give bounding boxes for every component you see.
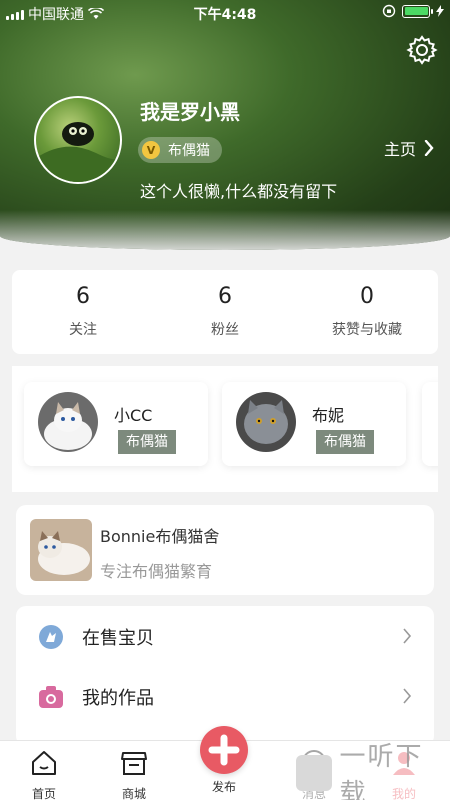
menu-item-for-sale[interactable]: 在售宝贝 <box>16 606 434 666</box>
cat-name: 布妮 <box>312 406 345 425</box>
charging-icon <box>436 5 444 17</box>
menu-label: 我的作品 <box>82 688 154 709</box>
status-bar: 中国联通 下午4:48 <box>0 0 450 24</box>
cattery-image <box>30 519 92 581</box>
stat-followers[interactable]: 6 粉丝 <box>154 270 296 354</box>
stats-card: 6 关注 6 粉丝 0 获赞与收藏 <box>12 270 438 354</box>
home-icon <box>32 751 56 775</box>
camera-icon <box>39 686 63 708</box>
stat-value: 6 <box>76 284 90 309</box>
battery-icon <box>402 4 433 18</box>
menu-label: 在售宝贝 <box>82 628 154 649</box>
watermark-logo-icon <box>296 755 332 791</box>
user-bio: 这个人很懒,什么都没有留下 <box>140 182 338 201</box>
cat-photo <box>236 392 296 452</box>
chevron-right-icon <box>403 688 412 704</box>
stat-label: 粉丝 <box>211 322 239 338</box>
profile-menu: 在售宝贝 我的作品 <box>16 606 434 746</box>
chevron-right-icon <box>424 140 434 156</box>
cat-card[interactable]: 布妮 布偶猫 <box>222 382 406 466</box>
breed-badge: V 布偶猫 <box>138 137 222 163</box>
publish-button[interactable] <box>200 726 248 774</box>
cattery-description: 专注布偶猫繁育 <box>100 562 213 581</box>
cat-breed-tag: 布偶猫 <box>118 430 176 454</box>
cat-breed-tag: 布偶猫 <box>316 430 374 454</box>
cat-card-partial[interactable] <box>422 382 438 466</box>
cat-photo <box>38 392 98 452</box>
stat-label: 关注 <box>69 322 97 338</box>
tab-home[interactable]: 首页 <box>14 749 74 800</box>
store-icon <box>121 752 147 775</box>
my-cats-list[interactable]: 小CC 布偶猫 布妮 布偶猫 <box>12 366 438 492</box>
cattery-card[interactable]: Bonnie布偶猫舍 专注布偶猫繁育 <box>16 505 434 595</box>
stat-likes-favorites[interactable]: 0 获赞与收藏 <box>296 270 438 354</box>
menu-item-my-works[interactable]: 我的作品 <box>16 666 434 726</box>
username: 我是罗小黑 <box>140 100 240 124</box>
breed-label: 布偶猫 <box>168 143 210 159</box>
watermark-text: 一听下载 <box>339 742 424 800</box>
vip-badge-icon: V <box>142 141 160 159</box>
homepage-link[interactable]: 主页 <box>384 136 434 160</box>
cat-avatar <box>38 392 98 452</box>
chevron-right-icon <box>403 628 412 644</box>
seller-icon <box>39 625 63 649</box>
status-right <box>382 4 444 18</box>
cat-name: 小CC <box>114 406 153 425</box>
avatar-image <box>36 122 120 182</box>
cat-card[interactable]: 小CC 布偶猫 <box>24 382 208 466</box>
tab-label: 首页 <box>31 787 56 800</box>
plus-icon <box>208 734 240 766</box>
publish-label: 发布 <box>211 780 236 794</box>
settings-button[interactable] <box>406 34 438 66</box>
user-avatar[interactable] <box>34 96 122 184</box>
homepage-label: 主页 <box>383 140 416 159</box>
orientation-lock-icon <box>382 4 396 18</box>
stat-value: 6 <box>218 284 232 309</box>
tab-label: 商城 <box>121 787 146 800</box>
cattery-name: Bonnie布偶猫舍 <box>100 527 220 546</box>
stat-following[interactable]: 6 关注 <box>12 270 154 354</box>
cat-avatar <box>236 392 296 452</box>
cattery-photo <box>30 519 92 581</box>
tab-mall[interactable]: 商城 <box>104 749 164 800</box>
gear-icon <box>406 35 438 65</box>
stat-label: 获赞与收藏 <box>332 322 402 338</box>
profile-header: 中国联通 下午4:48 我是罗小黑 V 布偶猫 主页 这个人很懒,什么都没有留下 <box>0 0 450 250</box>
watermark: 一听下载 <box>290 742 450 800</box>
stat-value: 0 <box>360 284 374 309</box>
